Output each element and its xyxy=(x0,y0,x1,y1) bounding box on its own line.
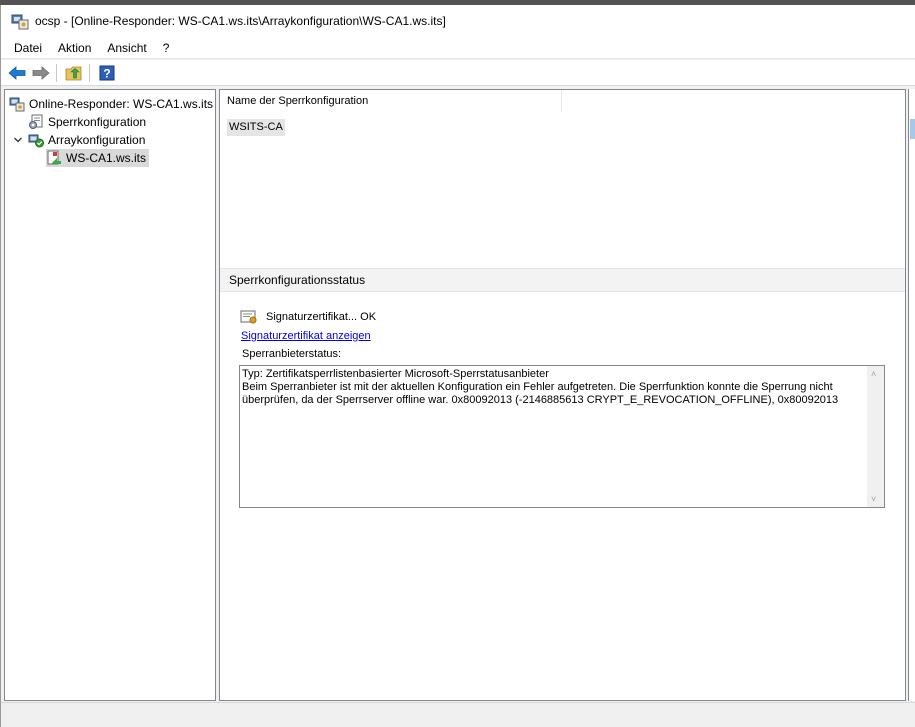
details-pane: Name der Sperrkonfiguration WSITS-CA Spe… xyxy=(219,89,906,701)
array-member-icon xyxy=(47,150,61,165)
vertical-scrollbar[interactable]: ˄ ˅ xyxy=(867,366,884,507)
svg-text:?: ? xyxy=(103,66,110,80)
toolbar-separator xyxy=(56,63,57,82)
online-responder-icon xyxy=(9,97,25,112)
certificate-icon xyxy=(240,310,257,324)
scroll-up-icon[interactable]: ˄ xyxy=(871,369,876,379)
status-bar xyxy=(1,702,915,727)
provider-status-label: Sperranbieterstatus: xyxy=(242,348,342,360)
tree-item-label: Sperrkonfiguration xyxy=(48,115,147,129)
tree-item-label: WS-CA1.ws.its xyxy=(66,151,147,165)
provider-status-textbox[interactable]: Typ: Zertifikatsperrlistenbasierter Micr… xyxy=(239,365,885,508)
section-title: Sperrkonfigurationsstatus xyxy=(220,268,905,292)
back-arrow-icon xyxy=(8,65,26,80)
forward-button[interactable] xyxy=(30,62,52,84)
actions-pane-edge xyxy=(908,89,915,701)
tree-item-label: Arraykonfiguration xyxy=(48,133,146,147)
back-button[interactable] xyxy=(6,62,28,84)
tree-item-online-responder[interactable]: Online-Responder: WS-CA1.ws.its xyxy=(9,95,213,113)
provider-status-text: Typ: Zertifikatsperrlistenbasierter Micr… xyxy=(242,368,839,406)
cert-status-text: Signaturzertifikat... OK xyxy=(266,311,377,323)
up-folder-icon xyxy=(65,66,82,80)
help-icon: ? xyxy=(99,65,115,80)
forward-arrow-icon xyxy=(32,65,50,80)
revocation-config-icon xyxy=(29,114,43,129)
menu-datei[interactable]: Datei xyxy=(6,37,50,59)
menu-help[interactable]: ? xyxy=(155,37,178,59)
help-button[interactable]: ? xyxy=(96,62,118,84)
title-bar[interactable]: ocsp - [Online-Responder: WS-CA1.ws.its\… xyxy=(1,5,915,37)
tree-item-arraykonfiguration[interactable]: Arraykonfiguration xyxy=(28,131,145,149)
mmc-window: ocsp - [Online-Responder: WS-CA1.ws.its\… xyxy=(0,5,915,727)
console-tree: Online-Responder: WS-CA1.ws.its Sperrkon… xyxy=(4,89,216,701)
tree-item-sperrkonfiguration[interactable]: Sperrkonfiguration xyxy=(28,113,146,131)
chevron-down-icon[interactable] xyxy=(13,135,23,145)
array-config-icon xyxy=(28,134,44,148)
view-signing-cert-link[interactable]: Signaturzertifikat anzeigen xyxy=(241,330,371,342)
actions-pane-accent xyxy=(910,119,915,139)
scroll-down-icon[interactable]: ˅ xyxy=(871,494,876,504)
menu-aktion[interactable]: Aktion xyxy=(50,37,99,59)
tree-item-label: Online-Responder: WS-CA1.ws.its xyxy=(29,97,214,111)
online-responder-icon xyxy=(11,14,29,30)
menu-ansicht[interactable]: Ansicht xyxy=(99,37,154,59)
window-title: ocsp - [Online-Responder: WS-CA1.ws.its\… xyxy=(35,14,446,28)
toolbar-separator xyxy=(89,63,90,82)
up-button[interactable] xyxy=(63,62,85,84)
tree-item-ws-ca1[interactable]: WS-CA1.ws.its xyxy=(46,149,150,167)
menu-bar: Datei Aktion Ansicht ? xyxy=(1,37,915,59)
column-header-name[interactable]: Name der Sperrkonfiguration xyxy=(220,90,562,112)
cert-status-row: Signaturzertifikat... OK xyxy=(240,309,376,325)
list-item[interactable]: WSITS-CA xyxy=(227,119,285,136)
list-header: Name der Sperrkonfiguration xyxy=(220,90,905,112)
toolbar: ? xyxy=(1,60,915,86)
